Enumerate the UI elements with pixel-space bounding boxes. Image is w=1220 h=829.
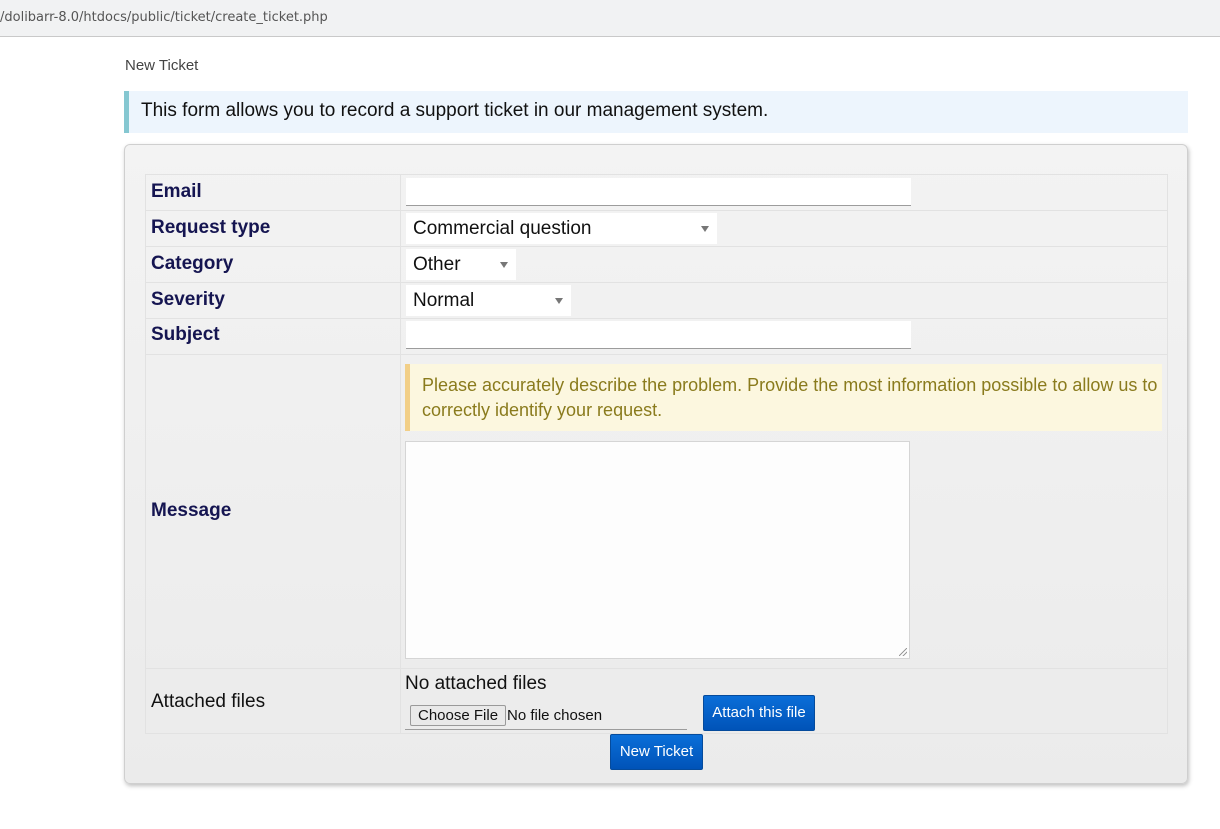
info-banner: This form allows you to record a support… <box>124 91 1188 133</box>
category-label: Category <box>151 253 234 274</box>
attachments-label: Attached files <box>151 691 266 712</box>
message-label: Message <box>151 500 232 521</box>
chevron-down-icon <box>701 226 709 232</box>
file-input[interactable]: Choose File No file chosen <box>405 703 687 730</box>
severity-select[interactable]: Normal <box>406 285 571 316</box>
severity-value: Normal <box>413 290 475 311</box>
browser-address-bar[interactable]: /dolibarr-8.0/htdocs/public/ticket/creat… <box>0 0 1220 37</box>
subject-label: Subject <box>151 324 220 345</box>
severity-label: Severity <box>151 289 225 310</box>
message-textarea[interactable] <box>405 441 910 659</box>
ticket-form-panel: Email Request type Commercial question C… <box>124 144 1188 784</box>
category-row: Category Other <box>145 246 1168 282</box>
email-input[interactable] <box>406 178 911 206</box>
message-hint: Please accurately describe the problem. … <box>405 364 1162 431</box>
email-row: Email <box>145 174 1168 210</box>
attachments-status: No attached files <box>405 673 547 694</box>
chevron-down-icon <box>555 298 563 304</box>
resize-handle-icon[interactable] <box>899 648 907 656</box>
subject-input[interactable] <box>406 321 911 349</box>
category-value: Other <box>413 254 461 275</box>
page-breadcrumb: New Ticket <box>125 57 199 74</box>
request-type-row: Request type Commercial question <box>145 210 1168 246</box>
choose-file-button[interactable]: Choose File <box>410 705 507 726</box>
request-type-label: Request type <box>151 217 271 238</box>
subject-row: Subject <box>145 318 1168 354</box>
attach-file-button[interactable]: Attach this file <box>703 695 815 731</box>
category-select[interactable]: Other <box>406 249 516 280</box>
new-ticket-submit-button[interactable]: New Ticket <box>610 734 703 770</box>
request-type-value: Commercial question <box>413 218 592 239</box>
severity-row: Severity Normal <box>145 282 1168 318</box>
email-label: Email <box>151 181 202 202</box>
chevron-down-icon <box>500 262 508 268</box>
address-url[interactable]: /dolibarr-8.0/htdocs/public/ticket/creat… <box>0 10 328 25</box>
request-type-select[interactable]: Commercial question <box>406 213 717 244</box>
no-file-chosen-text: No file chosen <box>507 707 603 724</box>
